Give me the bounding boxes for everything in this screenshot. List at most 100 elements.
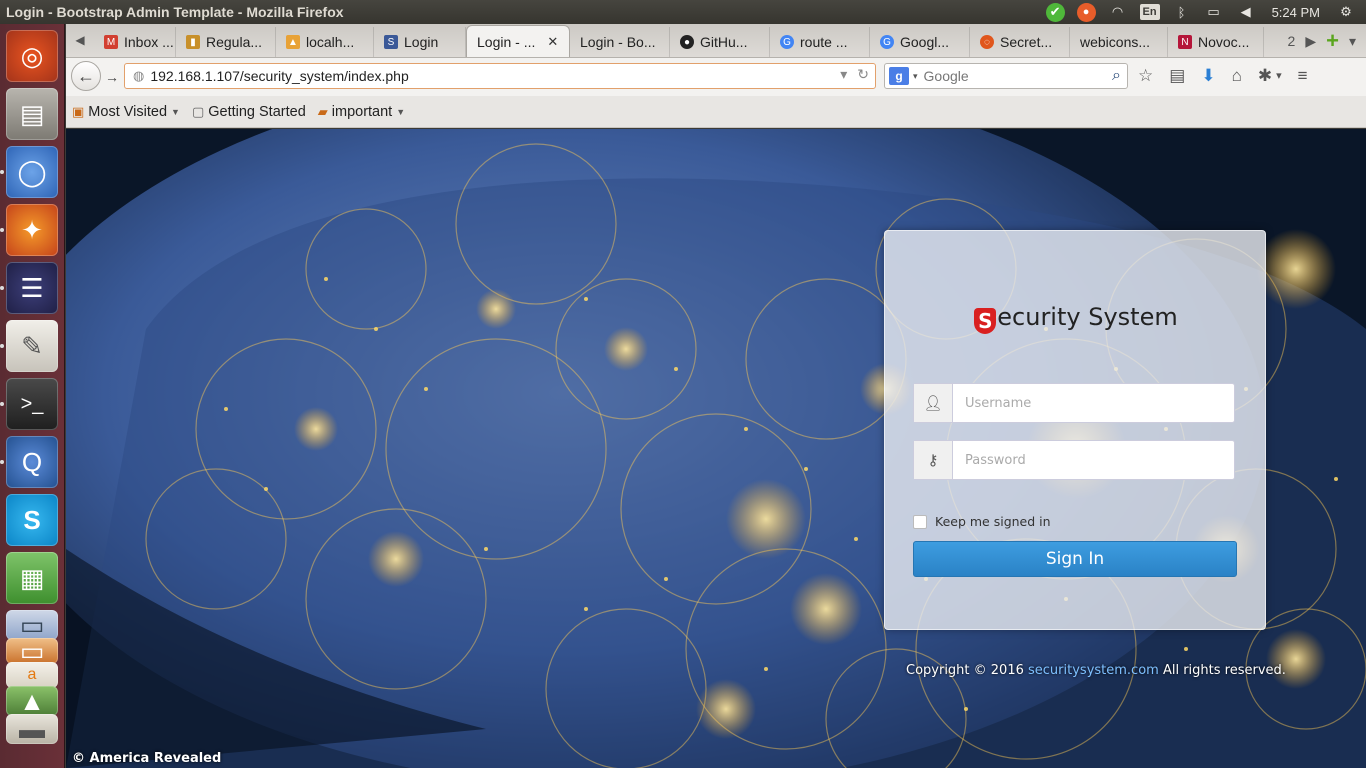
text-editor-icon[interactable]: ✎ [6,320,58,372]
chromium-icon[interactable]: ◯ [6,146,58,198]
addon-dropdown-icon[interactable]: ▾ [1276,69,1282,86]
tab-scroll-right-icon[interactable]: ▶ [1305,33,1316,50]
new-tab-icon[interactable]: + [1326,30,1339,52]
search-placeholder: Google [923,68,969,84]
check-icon[interactable]: ✔ [1045,2,1065,22]
amazon-icon[interactable]: a [6,662,58,688]
menu-icon[interactable]: ≡ [1298,66,1308,86]
gmail-icon: M [104,35,118,49]
browser-chrome: ◀ M Inbox ... ▮ Regula... ▲ localh... S … [66,24,1366,128]
copyright-link[interactable]: securitysystem.com [1028,663,1159,678]
skype-icon[interactable]: S [6,494,58,546]
firefox-icon[interactable]: ✦ [6,204,58,256]
url-bar[interactable]: ◍ 192.168.1.107/security_system/index.ph… [124,63,876,89]
sign-in-button[interactable]: Sign In [913,541,1237,577]
phpmyadmin-icon: ▲ [286,35,300,49]
bluetooth-icon[interactable]: ᛒ [1172,2,1192,22]
tab-github[interactable]: ● GitHu... [670,27,770,57]
tab-regula[interactable]: ▮ Regula... [176,27,276,57]
ubuntu-dash-icon[interactable]: ◎ [6,30,58,82]
remember-me[interactable]: Keep me signed in [913,514,1051,529]
globe-icon: ◍ [133,68,145,83]
reading-list-icon[interactable]: ▤ [1169,66,1185,86]
files-icon[interactable]: ▤ [6,88,58,140]
gear-icon[interactable]: ⚙ [1336,2,1356,22]
tab-label: localh... [306,34,355,50]
google-icon: G [780,35,794,49]
url-text[interactable]: 192.168.1.107/security_system/index.php [150,68,408,84]
addon-icon[interactable]: ✱ [1258,66,1272,86]
tab-novoc[interactable]: N Novoc... [1168,27,1264,57]
chevron-down-icon: ▼ [396,106,406,117]
eclipse-icon[interactable]: ☰ [6,262,58,314]
running-indicator [0,286,4,290]
tab-webicons[interactable]: webicons... [1070,27,1168,57]
folder-icon: ▰ [317,103,328,119]
image-viewer-icon[interactable]: ▲ [6,686,58,716]
volume-icon[interactable]: ◀ [1236,2,1256,22]
tab-scroll-left-icon[interactable]: ◀ [66,23,94,57]
search-icon[interactable]: ⌕ [1112,67,1121,85]
close-tab-icon[interactable]: ✕ [547,34,558,50]
github-icon: ● [680,35,694,49]
download-icon[interactable]: ⬇ [1201,66,1215,86]
bookmark-important[interactable]: ▰ important ▼ [312,104,411,120]
tab-route[interactable]: G route ... [770,27,870,57]
bookmark-getting-started[interactable]: ▢ Getting Started [186,104,312,120]
tab-localhost[interactable]: ▲ localh... [276,27,374,57]
clock[interactable]: 5:24 PM [1268,5,1324,20]
tab-login-active[interactable]: Login - ... ✕ [466,25,570,57]
tab-inbox[interactable]: M Inbox ... [94,27,176,57]
spreadsheet-icon[interactable]: ▦ [6,552,58,604]
page-content: © America Revealed Security System 👤︎ ⚷ … [66,129,1366,768]
back-button[interactable]: ← [71,61,101,91]
user-icon: 👤︎ [914,384,953,422]
language-indicator[interactable]: En [1139,4,1160,20]
engine-dropdown-icon[interactable]: ▾ [913,71,918,82]
remember-checkbox[interactable] [913,514,927,529]
key-icon: ⚷ [914,441,953,479]
reload-icon[interactable]: ↻ [857,66,869,83]
tab-label: webicons... [1080,34,1151,50]
history-dropdown-icon[interactable]: ▾ [840,66,847,83]
bookmark-label: Getting Started [208,103,306,120]
page-icon: ▢ [191,103,205,119]
bookmark-icon: ▮ [186,35,200,49]
tab-strip-controls: 2 ▶ + ▾ [1288,24,1366,58]
forward-button[interactable]: → [102,67,122,87]
bookmark-most-visited[interactable]: ▣ Most Visited ▼ [66,104,186,120]
brand-shield-icon: S [974,308,997,334]
search-box[interactable]: g ▾ Google ⌕ [884,63,1128,89]
home-icon[interactable]: ⌂ [1232,66,1242,86]
bookmark-label: Most Visited [88,103,168,120]
chat-icon[interactable]: ● [1076,2,1096,22]
wifi-icon[interactable]: ◠ [1108,2,1128,22]
tab-label: Login - ... [477,33,536,50]
site-icon: N [1178,35,1192,49]
tab-google[interactable]: G Googl... [870,27,970,57]
bookmark-star-icon[interactable]: ☆ [1138,66,1153,86]
indicator-area: ✔ ● ◠ En ᛒ ▭ ◀ 5:24 PM ⚙ [1045,0,1366,24]
battery-icon[interactable]: ▭ [1204,2,1224,22]
url-controls: ▾ ↻ [840,66,869,83]
tab-login[interactable]: S Login [374,27,466,57]
password-field[interactable]: ⚷ [913,440,1235,480]
folder-icon: ▣ [72,103,85,119]
google-search-engine-icon[interactable]: g [889,67,909,85]
tab-label: Secret... [1000,34,1053,50]
login-panel: Security System 👤︎ ⚷ Keep me signed in S… [884,230,1266,630]
tab-list-icon[interactable]: ▾ [1349,33,1356,50]
username-field[interactable]: 👤︎ [913,383,1235,423]
running-indicator [0,402,4,406]
tab-label: Inbox ... [124,34,174,50]
password-input[interactable] [953,441,1234,479]
username-input[interactable] [953,384,1234,422]
writer-icon[interactable]: ▭ [6,636,58,666]
tab-login-bootstrap[interactable]: Login - Bo... [570,27,670,57]
tab-label: Login [404,34,439,50]
drive-icon[interactable]: ▬ [6,714,58,744]
running-indicator [0,344,4,348]
tab-secret[interactable]: ◌ Secret... [970,27,1070,57]
quassel-icon[interactable]: Q [6,436,58,488]
terminal-icon[interactable]: >_ [6,378,58,430]
